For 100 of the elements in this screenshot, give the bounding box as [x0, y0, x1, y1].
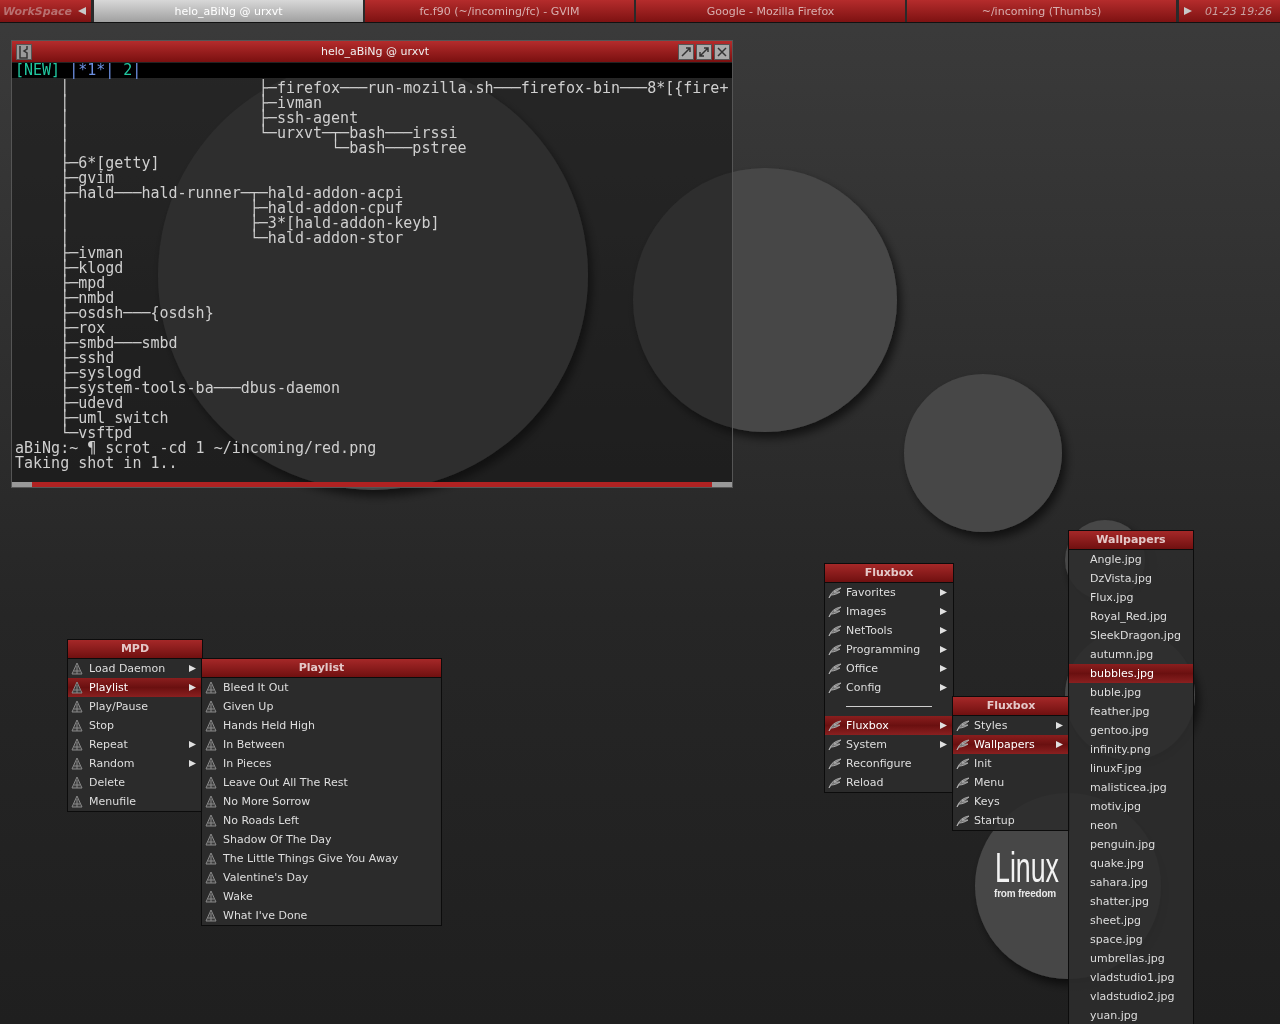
menu-item-label: linuxF.jpg [1090, 762, 1142, 775]
menu-item-label: Programming [846, 643, 921, 656]
menu-item-label: autumn.jpg [1090, 648, 1154, 661]
mpd-icon [71, 776, 85, 789]
menu-item[interactable]: malisticea.jpg [1069, 778, 1193, 797]
menu-item[interactable]: NetTools [825, 621, 953, 640]
terminal-tab[interactable]: 2 [123, 63, 133, 78]
feather-icon [828, 719, 842, 732]
menu-item[interactable]: Reload [825, 773, 953, 792]
menu-item[interactable]: Flux.jpg [1069, 588, 1193, 607]
menu-item[interactable]: The Little Things Give You Away [202, 849, 441, 868]
next-workspace-icon[interactable] [1183, 6, 1193, 16]
menu-item[interactable]: yuan.jpg [1069, 1006, 1193, 1024]
new-tab-button[interactable]: [NEW] [15, 63, 61, 78]
menu-item[interactable]: quake.jpg [1069, 854, 1193, 873]
menu-item[interactable]: Styles [953, 716, 1069, 735]
menu-item[interactable]: neon [1069, 816, 1193, 835]
menu-item[interactable]: Bleed It Out [202, 678, 441, 697]
menu-item[interactable]: space.jpg [1069, 930, 1193, 949]
menu-item[interactable]: In Pieces [202, 754, 441, 773]
menu-item[interactable]: Given Up [202, 697, 441, 716]
mpd-icon [205, 909, 219, 922]
task-button[interactable]: Google - Mozilla Firefox [636, 0, 905, 22]
menu-item[interactable]: What I've Done [202, 906, 441, 925]
menu-item-label: penguin.jpg [1090, 838, 1156, 851]
menu-item[interactable]: System [825, 735, 953, 754]
menu-item[interactable]: gentoo.jpg [1069, 721, 1193, 740]
menu-item[interactable]: SleekDragon.jpg [1069, 626, 1193, 645]
feather-icon [828, 605, 842, 618]
menu-item[interactable]: Leave Out All The Rest [202, 773, 441, 792]
menu-item[interactable]: Init [953, 754, 1069, 773]
menu-item[interactable]: Config [825, 678, 953, 697]
menu-item[interactable]: Wallpapers [953, 735, 1069, 754]
menu-item[interactable]: Shadow Of The Day [202, 830, 441, 849]
menu-item[interactable]: Menu [953, 773, 1069, 792]
menu-item[interactable]: Office [825, 659, 953, 678]
terminal-line: ├─klogd [59, 261, 124, 276]
menu-item-label: Shadow Of The Day [223, 833, 332, 846]
menu-item[interactable]: No Roads Left [202, 811, 441, 830]
mpd-icon [71, 719, 85, 732]
mpd-icon [71, 795, 85, 808]
previous-workspace-icon[interactable] [77, 6, 87, 16]
menu-item[interactable]: buble.jpg [1069, 683, 1193, 702]
menu-item[interactable]: sheet.jpg [1069, 911, 1193, 930]
menu-item[interactable]: linuxF.jpg [1069, 759, 1193, 778]
menu-item[interactable]: motiv.jpg [1069, 797, 1193, 816]
menu-item[interactable]: Fluxbox [825, 716, 953, 735]
menu-item[interactable]: Keys [953, 792, 1069, 811]
menu-item[interactable]: Startup [953, 811, 1069, 830]
menu-item[interactable]: umbrellas.jpg [1069, 949, 1193, 968]
menu-item[interactable]: infinity.png [1069, 740, 1193, 759]
terminal-line: ├─hald───hald-runner─┬─hald-addon-acpi [59, 186, 404, 201]
menu-item-label: Keys [974, 795, 1000, 808]
menu-item[interactable]: Wake [202, 887, 441, 906]
maximize-icon[interactable] [696, 43, 712, 60]
close-icon[interactable] [714, 43, 730, 60]
menu-item[interactable]: Load Daemon [68, 659, 202, 678]
menu-item[interactable]: Repeat [68, 735, 202, 754]
menu-item[interactable]: Playlist [68, 678, 202, 697]
window-icon[interactable] [16, 43, 32, 60]
feather-icon [828, 662, 842, 675]
menu-item[interactable]: Play/Pause [68, 697, 202, 716]
menu-item[interactable]: vladstudio2.jpg [1069, 987, 1193, 1006]
menu-item[interactable]: feather.jpg [1069, 702, 1193, 721]
menu-item-label: NetTools [846, 624, 893, 637]
terminal-tab[interactable]: |*1*| [69, 63, 115, 78]
menu-item[interactable]: Royal_Red.jpg [1069, 607, 1193, 626]
menu-item[interactable]: Reconfigure [825, 754, 953, 773]
menu-item[interactable]: Stop [68, 716, 202, 735]
scrollbar[interactable] [12, 482, 732, 487]
menu-item[interactable]: sahara.jpg [1069, 873, 1193, 892]
menu-item-label: space.jpg [1090, 933, 1143, 946]
menu-item[interactable]: vladstudio1.jpg [1069, 968, 1193, 987]
menu-item[interactable]: Hands Held High [202, 716, 441, 735]
menu-item-label: infinity.png [1090, 743, 1151, 756]
feather-icon [828, 776, 842, 789]
menu-item[interactable]: Menufile [68, 792, 202, 811]
menu-item[interactable]: Favorites [825, 583, 953, 602]
menu-item[interactable]: In Between [202, 735, 441, 754]
menu-item[interactable]: Delete [68, 773, 202, 792]
menu-item[interactable]: Valentine's Day [202, 868, 441, 887]
task-button[interactable]: fc.f90 (~/incoming/fc) - GVIM [365, 0, 634, 22]
task-button[interactable]: ~/incoming (Thumbs) [907, 0, 1176, 22]
mpd-icon [205, 852, 219, 865]
terminal-line: │ ├─firefox───run-mozilla.sh───firefox-bin───8*[{fire+ [59, 81, 729, 96]
menu-item-label: buble.jpg [1090, 686, 1142, 699]
menu-item[interactable]: Programming [825, 640, 953, 659]
menu-item[interactable]: shatter.jpg [1069, 892, 1193, 911]
menu-item[interactable]: Images [825, 602, 953, 621]
menu-item-label: DzVista.jpg [1090, 572, 1152, 585]
menu-item[interactable]: DzVista.jpg [1069, 569, 1193, 588]
menu-item-label: sahara.jpg [1090, 876, 1148, 889]
shade-icon[interactable] [678, 43, 694, 60]
menu-item[interactable]: Random [68, 754, 202, 773]
menu-item[interactable]: No More Sorrow [202, 792, 441, 811]
terminal-line: │ ├─ivman [59, 96, 323, 111]
menu-item[interactable]: autumn.jpg [1069, 645, 1193, 664]
menu-item[interactable]: penguin.jpg [1069, 835, 1193, 854]
menu-item[interactable]: Angle.jpg [1069, 550, 1193, 569]
menu-item[interactable]: bubbles.jpg [1069, 664, 1193, 683]
